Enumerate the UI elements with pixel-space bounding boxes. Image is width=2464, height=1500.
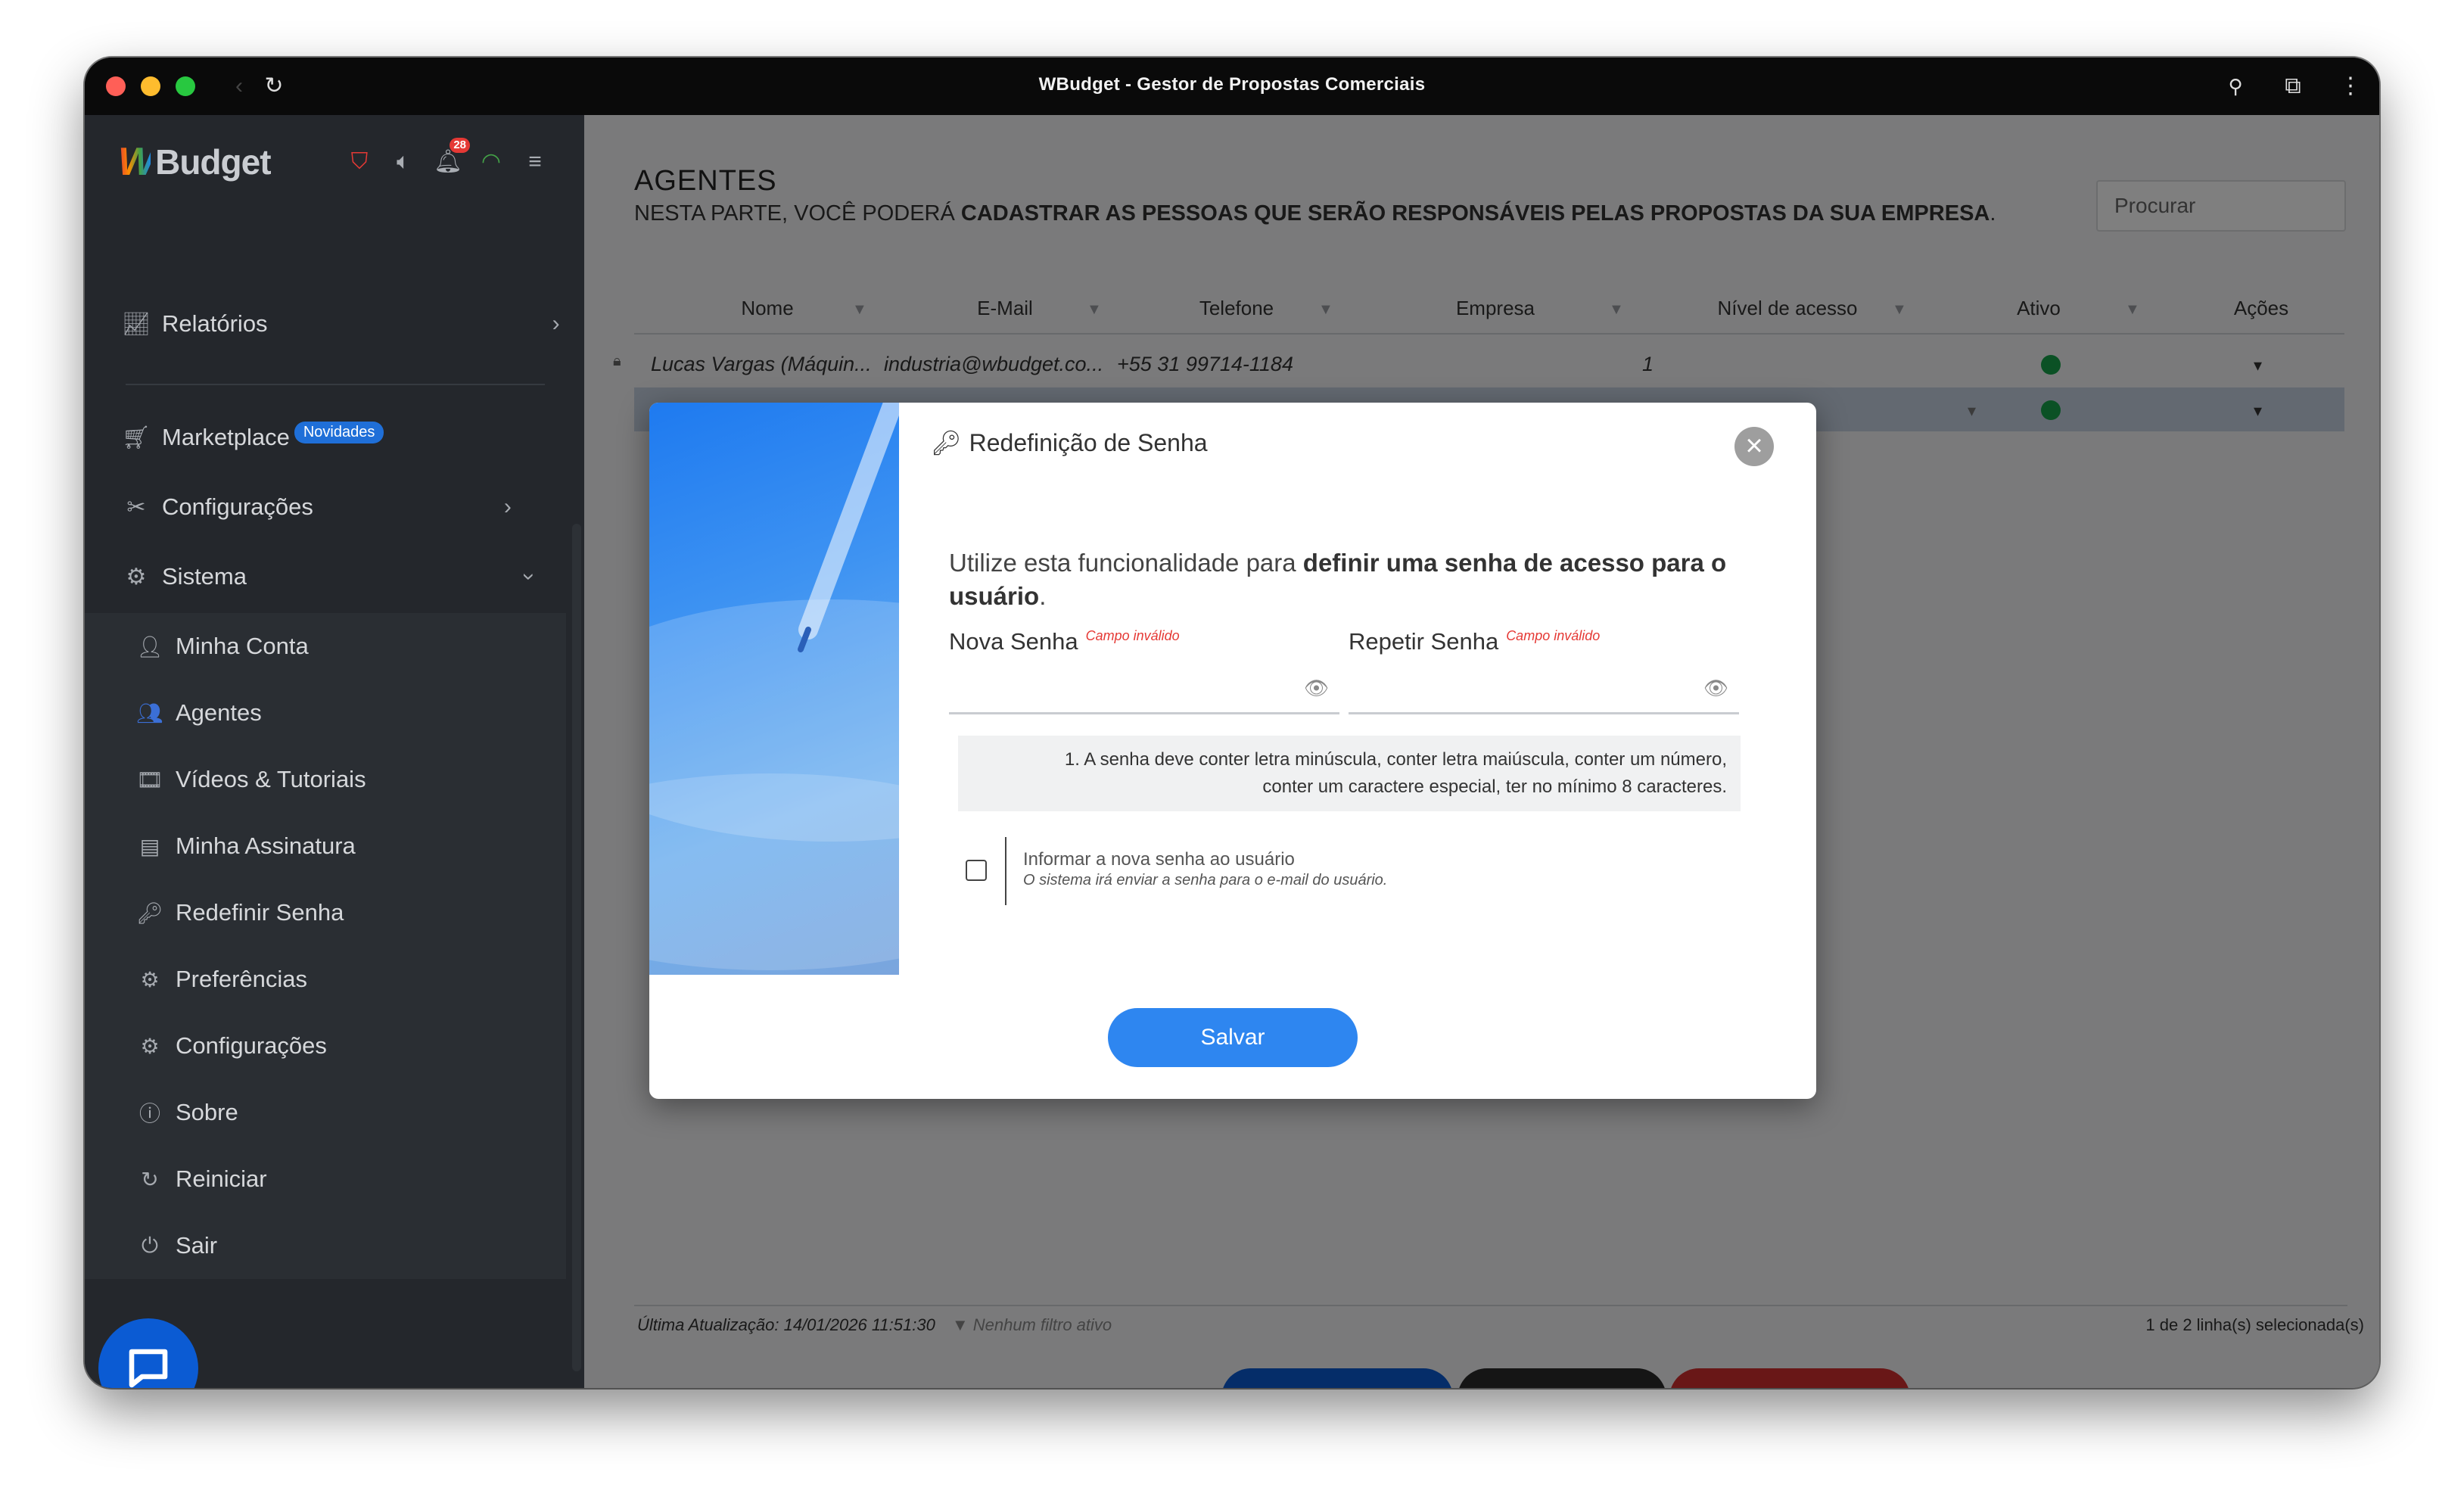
sidebar-item-label: Configurações xyxy=(176,1032,327,1059)
notify-user-label: Informar a nova senha ao usuário xyxy=(1023,849,1295,870)
chart-icon: 📈︎ xyxy=(121,311,151,337)
sidebar-item-label: Minha Assinatura xyxy=(176,832,356,859)
shield-icon[interactable]: ⛉ xyxy=(346,149,373,175)
close-icon[interactable]: × xyxy=(1734,427,1774,466)
intro-suffix: . xyxy=(1039,582,1047,610)
hamburger-icon[interactable]: ≡ xyxy=(521,149,549,175)
sidebar-item-label: Sistema xyxy=(162,563,247,590)
window-title: WBudget - Gestor de Propostas Comerciais xyxy=(1038,74,1426,95)
badge-icon: ▤ xyxy=(139,834,160,858)
sidebar-scrollbar[interactable] xyxy=(572,524,581,1371)
sidebar-item-agentes[interactable]: 👥︎ Agentes xyxy=(135,690,262,736)
sidebar-item-label: Marketplace xyxy=(162,424,290,450)
more-menu-icon[interactable]: ⋮ xyxy=(2335,71,2366,101)
note-line-1: 1. A senha deve conter letra minúscula, … xyxy=(1064,749,1727,770)
logo: W Budget xyxy=(118,140,272,184)
sidebar-item-label: Redefinir Senha xyxy=(176,899,344,926)
sidebar-item-reiniciar[interactable]: ↻ Reiniciar xyxy=(135,1156,267,1202)
gear-icon: ⚙︎ xyxy=(126,564,147,590)
sidebar-item-configuracoes[interactable]: ✂︎ Configurações › xyxy=(121,484,511,530)
sidebar-item-preferencias[interactable]: ⚙︎ Preferências xyxy=(135,957,307,1002)
sidebar-item-sobre[interactable]: ⓘ Sobre xyxy=(135,1090,238,1135)
cart-icon: 🛒︎ xyxy=(121,425,151,450)
sidebar-item-relatorios[interactable]: 📈︎ Relatórios › xyxy=(121,301,560,347)
intro-prefix: Utilize esta funcionalidade para xyxy=(949,549,1303,577)
new-password-label: Nova Senha Campo inválido xyxy=(949,628,1180,655)
modal-intro: Utilize esta funcionalidade para definir… xyxy=(949,546,1751,613)
user-settings-icon: ⚙︎ xyxy=(140,967,160,991)
sidebar-item-minha-conta[interactable]: 👤︎ Minha Conta xyxy=(135,624,309,669)
film-icon: 🎞︎ xyxy=(136,767,163,792)
pen-illustration-icon xyxy=(649,403,899,970)
sidebar-item-assinatura[interactable]: ▤ Minha Assinatura xyxy=(135,823,356,869)
modal-title-text: Redefinição de Senha xyxy=(969,428,1208,456)
eye-icon[interactable]: 👁︎ xyxy=(1304,677,1329,700)
key-icon: 🔑︎ xyxy=(136,901,163,925)
sidebar-item-label: Sobre xyxy=(176,1099,238,1125)
note-line-2: conter um caractere especial, ter no mín… xyxy=(1262,776,1727,797)
sidebar-divider xyxy=(126,384,545,385)
wifi-icon: ◠ xyxy=(481,149,502,174)
title-bar: ‹ ↻ WBudget - Gestor de Propostas Comerc… xyxy=(85,58,2379,115)
sidebar-item-label: Preferências xyxy=(176,966,308,992)
sidebar-item-sair[interactable]: ⏻ Sair xyxy=(135,1223,217,1268)
key-icon: 🔑︎ xyxy=(931,429,962,456)
sidebar-item-configuracoes-sistema[interactable]: ⚙︎ Configurações xyxy=(135,1023,327,1069)
speaker-icon[interactable]: 🔈︎ xyxy=(390,149,417,175)
sidebar: W Budget ⛉ 🔈︎ 🔔︎ 28 ◠ ≡ 📈︎ Relatórios › 🛒… xyxy=(85,115,584,1388)
sidebar-item-sistema[interactable]: ⚙︎ Sistema › xyxy=(121,554,542,599)
chevron-right-icon: › xyxy=(552,311,560,336)
extension-icon[interactable]: ⧉ xyxy=(2278,71,2308,101)
sidebar-item-label: Agentes xyxy=(176,699,262,726)
chevron-right-icon: › xyxy=(503,494,512,519)
logo-text: Budget xyxy=(155,142,271,182)
tools-icon: ✂︎ xyxy=(126,494,146,520)
sidebar-item-label: Sair xyxy=(176,1232,218,1259)
refresh-icon: ↻ xyxy=(141,1167,159,1191)
save-button[interactable]: Salvar xyxy=(1108,1008,1358,1067)
header-icons: ⛉ 🔈︎ 🔔︎ 28 ◠ ≡ xyxy=(346,138,549,175)
sidebar-item-label: Configurações xyxy=(162,493,313,520)
power-icon: ⏻ xyxy=(141,1233,159,1257)
sidebar-item-redefinir-senha[interactable]: 🔑︎ Redefinir Senha xyxy=(135,890,344,935)
novidades-badge: Novidades xyxy=(294,421,384,443)
repeat-password-label-text: Repetir Senha xyxy=(1349,628,1499,655)
chat-button[interactable] xyxy=(98,1318,198,1388)
repeat-password-label: Repetir Senha Campo inválido xyxy=(1349,628,1600,655)
zoom-icon[interactable]: ⚲ xyxy=(2220,71,2251,101)
users-icon: 👥︎ xyxy=(136,701,163,725)
sidebar-item-label: Vídeos & Tutoriais xyxy=(176,766,366,792)
new-password-label-text: Nova Senha xyxy=(949,628,1078,655)
gear-icon: ⚙︎ xyxy=(140,1034,160,1058)
notify-user-checkbox[interactable] xyxy=(966,860,987,881)
eye-icon[interactable]: 👁︎ xyxy=(1703,677,1728,700)
logo-mark: W xyxy=(118,140,155,184)
checkbox-divider xyxy=(1005,837,1006,905)
password-rules-note: 1. A senha deve conter letra minúscula, … xyxy=(958,736,1741,811)
reset-password-modal: 🔑︎ Redefinição de Senha × Utilize esta f… xyxy=(649,403,1816,1099)
bell-icon[interactable]: 🔔︎ 28 xyxy=(434,138,470,175)
sidebar-item-label: Reiniciar xyxy=(176,1165,267,1192)
sidebar-item-marketplace[interactable]: 🛒︎ Marketplace Novidades xyxy=(121,415,384,460)
chevron-down-icon: › xyxy=(516,573,542,580)
modal-title: 🔑︎ Redefinição de Senha xyxy=(931,428,1208,457)
invalid-field-badge: Campo inválido xyxy=(1085,628,1180,643)
sidebar-item-videos[interactable]: 🎞︎ Vídeos & Tutoriais xyxy=(135,757,366,802)
modal-illustration xyxy=(649,403,899,975)
sidebar-item-label: Minha Conta xyxy=(176,633,309,659)
new-password-field[interactable]: 👁︎ xyxy=(949,660,1339,714)
chat-icon xyxy=(129,1349,168,1388)
info-icon: ⓘ xyxy=(138,1102,160,1125)
notify-user-hint: O sistema irá enviar a senha para o e-ma… xyxy=(1023,872,1388,888)
invalid-field-badge: Campo inválido xyxy=(1506,628,1601,643)
user-icon: 👤︎ xyxy=(136,634,163,658)
sidebar-item-label: Relatórios xyxy=(162,310,268,337)
notification-count: 28 xyxy=(450,138,470,153)
repeat-password-field[interactable]: 👁︎ xyxy=(1349,660,1739,714)
